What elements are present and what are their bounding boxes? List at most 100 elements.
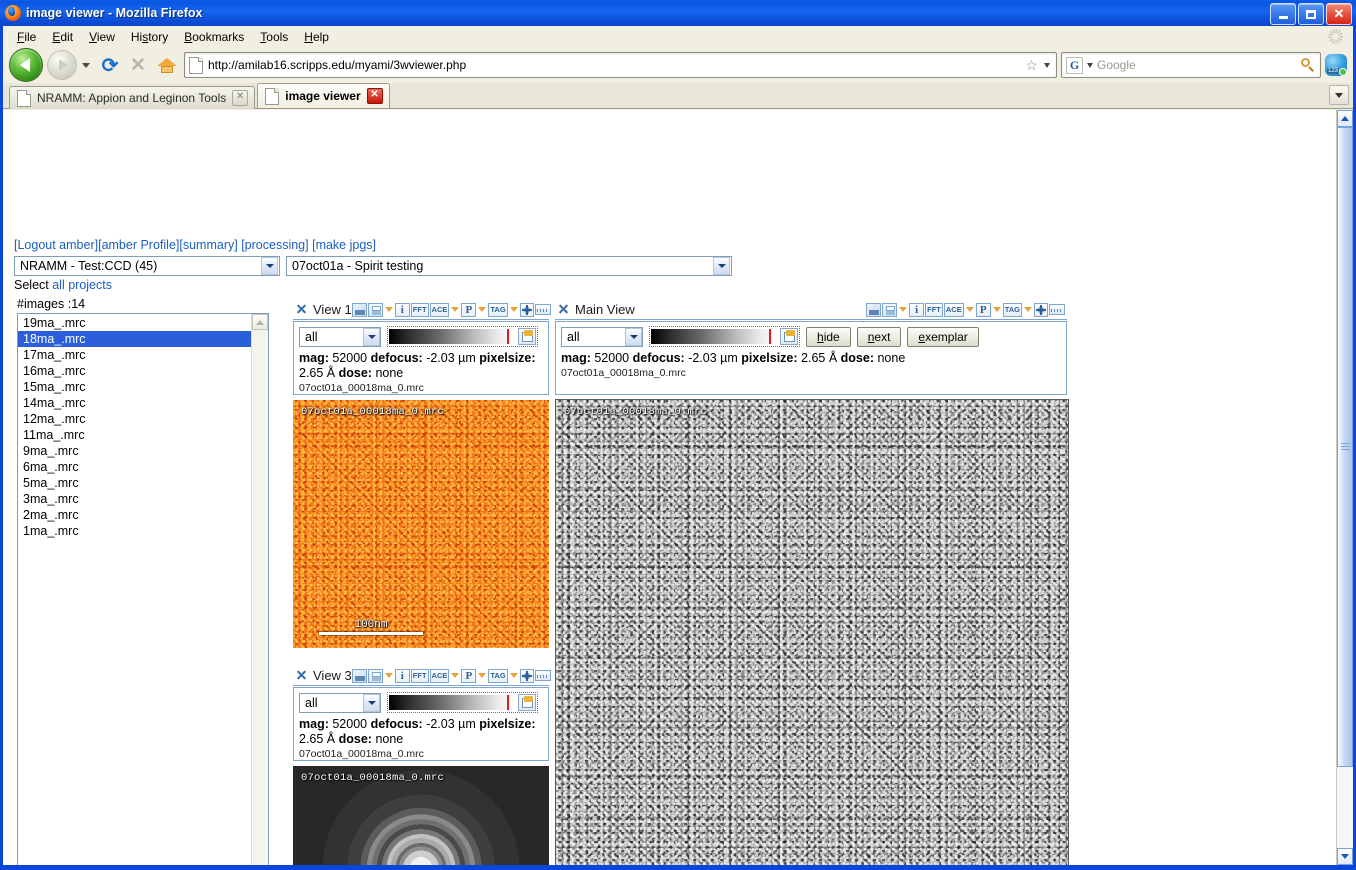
list-item[interactable]: 11ma_.mrc xyxy=(18,427,251,443)
list-item[interactable]: 12ma_.mrc xyxy=(18,411,251,427)
list-item[interactable]: 19ma_.mrc xyxy=(18,315,251,331)
ruler-icon[interactable] xyxy=(1049,304,1065,315)
save-disk-icon[interactable] xyxy=(367,668,383,683)
main-view-image[interactable]: 07oct01a_00018ma_0.mrc 100nm xyxy=(555,399,1069,865)
menu-tools[interactable]: Tools xyxy=(252,28,296,46)
properties-icon[interactable] xyxy=(780,328,798,345)
tag-icon[interactable]: TAG xyxy=(488,668,508,683)
tag-dropdown-arrow-icon[interactable] xyxy=(1024,307,1032,312)
target-icon[interactable] xyxy=(519,302,534,317)
list-item[interactable]: 1ma_.mrc xyxy=(18,523,251,539)
fft-icon[interactable]: FFT xyxy=(925,302,943,317)
save-disk-icon[interactable] xyxy=(882,302,898,317)
menu-view[interactable]: View xyxy=(81,28,123,46)
search-bar[interactable]: G Google xyxy=(1061,52,1321,78)
image-icon[interactable] xyxy=(866,302,882,317)
save-disk-icon[interactable] xyxy=(367,302,383,317)
list-item[interactable]: 15ma_.mrc xyxy=(18,379,251,395)
ace-icon[interactable]: ACE xyxy=(943,302,964,317)
image-icon[interactable] xyxy=(351,302,367,317)
fft-icon[interactable]: FFT xyxy=(410,302,429,317)
image-icon[interactable] xyxy=(351,668,367,683)
page-scrollbar[interactable] xyxy=(1336,110,1353,865)
tab-nramm-tools[interactable]: NRAMM: Appion and Leginon Tools ✕ xyxy=(9,86,256,109)
properties-icon[interactable] xyxy=(518,328,536,345)
session-select[interactable]: 07oct01a - Spirit testing xyxy=(286,256,732,276)
link-make-jpgs[interactable]: [make jpgs] xyxy=(312,238,376,252)
particles-dropdown-arrow-icon[interactable] xyxy=(478,307,487,312)
maximize-button[interactable] xyxy=(1298,3,1324,25)
ace-dropdown-arrow-icon[interactable] xyxy=(451,307,460,312)
target-icon[interactable] xyxy=(519,668,534,683)
exemplar-button[interactable]: e xemplar xyxy=(907,326,979,347)
tab-list-dropdown[interactable] xyxy=(1329,85,1349,105)
search-engine-dropdown-icon[interactable] xyxy=(1087,62,1093,68)
fft-icon[interactable]: FFT xyxy=(410,668,429,683)
hide-button[interactable]: h ide xyxy=(806,326,851,347)
list-item[interactable]: 6ma_.mrc xyxy=(18,459,251,475)
search-input[interactable]: Google xyxy=(1097,58,1296,72)
info-icon[interactable]: i xyxy=(394,668,410,683)
close-icon[interactable] xyxy=(295,669,308,682)
contrast-gradient-bar[interactable] xyxy=(651,329,777,344)
view1-image[interactable]: 07oct01a_00018ma_0.mrc 100nm xyxy=(293,400,549,648)
url-dropdown-icon[interactable] xyxy=(1044,62,1050,68)
reload-icon[interactable]: ⟳ xyxy=(98,53,122,77)
chevron-down-icon[interactable] xyxy=(261,257,278,275)
info-icon[interactable]: i xyxy=(394,302,410,317)
back-button[interactable] xyxy=(9,48,43,82)
history-dropdown-icon[interactable] xyxy=(82,62,90,68)
info-icon[interactable]: i xyxy=(909,302,925,317)
list-item[interactable]: 14ma_.mrc xyxy=(18,395,251,411)
project-select[interactable]: NRAMM - Test:CCD (45) xyxy=(14,256,280,276)
all-projects-link[interactable]: all projects xyxy=(52,278,112,292)
close-icon[interactable] xyxy=(295,303,308,316)
tab-close-icon[interactable]: ✕ xyxy=(232,90,249,106)
page-scroll-down-button[interactable] xyxy=(1337,848,1353,865)
link-logout[interactable]: [Logout amber] xyxy=(14,238,98,252)
link-profile[interactable]: [amber Profile] xyxy=(98,238,179,252)
tag-icon[interactable]: TAG xyxy=(488,302,508,317)
link-summary[interactable]: [summary] xyxy=(179,238,237,252)
ruler-icon[interactable] xyxy=(534,670,551,681)
tag-icon[interactable]: TAG xyxy=(1002,302,1022,317)
view3-contrast-control[interactable] xyxy=(387,692,538,713)
tag-dropdown-arrow-icon[interactable] xyxy=(509,307,518,312)
particles-dropdown-arrow-icon[interactable] xyxy=(992,307,1001,312)
menu-history[interactable]: History xyxy=(123,28,176,46)
contrast-gradient-bar[interactable] xyxy=(389,329,515,344)
tag-dropdown-arrow-icon[interactable] xyxy=(509,673,518,678)
next-button[interactable]: n ext xyxy=(856,326,902,347)
save-dropdown-arrow-icon[interactable] xyxy=(384,673,393,678)
ace-dropdown-arrow-icon[interactable] xyxy=(451,673,460,678)
skype-icon[interactable]: 123 xyxy=(1325,54,1347,76)
search-icon[interactable] xyxy=(1300,57,1316,73)
ace-dropdown-arrow-icon[interactable] xyxy=(965,307,974,312)
scroll-up-button[interactable] xyxy=(252,314,268,330)
main-contrast-control[interactable] xyxy=(649,326,800,347)
gear-icon[interactable] xyxy=(1328,29,1343,44)
view1-filter-select[interactable]: all xyxy=(299,326,381,347)
tab-image-viewer[interactable]: image viewer ✕ xyxy=(257,83,390,108)
particles-icon[interactable]: P xyxy=(461,668,477,683)
ace-icon[interactable]: ACE xyxy=(429,668,450,683)
contrast-gradient-bar[interactable] xyxy=(389,695,515,710)
close-icon[interactable] xyxy=(557,303,570,316)
close-button[interactable]: ✕ xyxy=(1326,3,1352,25)
minimize-button[interactable] xyxy=(1270,3,1296,25)
contrast-tick-marker[interactable] xyxy=(769,329,771,344)
view1-contrast-control[interactable] xyxy=(387,326,538,347)
forward-button[interactable] xyxy=(47,50,77,80)
url-bar[interactable]: http://amilab16.scripps.edu/myami/3wview… xyxy=(184,52,1057,78)
file-list-scrollbar[interactable] xyxy=(251,314,268,865)
particles-icon[interactable]: P xyxy=(975,302,991,317)
list-item[interactable]: 3ma_.mrc xyxy=(18,491,251,507)
chevron-down-icon[interactable] xyxy=(713,257,730,275)
account-links[interactable]: [Logout amber][amber Profile][summary] [… xyxy=(14,238,376,252)
particles-icon[interactable]: P xyxy=(461,302,477,317)
menu-help[interactable]: Help xyxy=(296,28,337,46)
list-item[interactable]: 9ma_.mrc xyxy=(18,443,251,459)
ruler-icon[interactable] xyxy=(534,304,551,315)
chevron-down-icon[interactable] xyxy=(363,327,380,346)
menu-edit[interactable]: Edit xyxy=(44,28,81,46)
